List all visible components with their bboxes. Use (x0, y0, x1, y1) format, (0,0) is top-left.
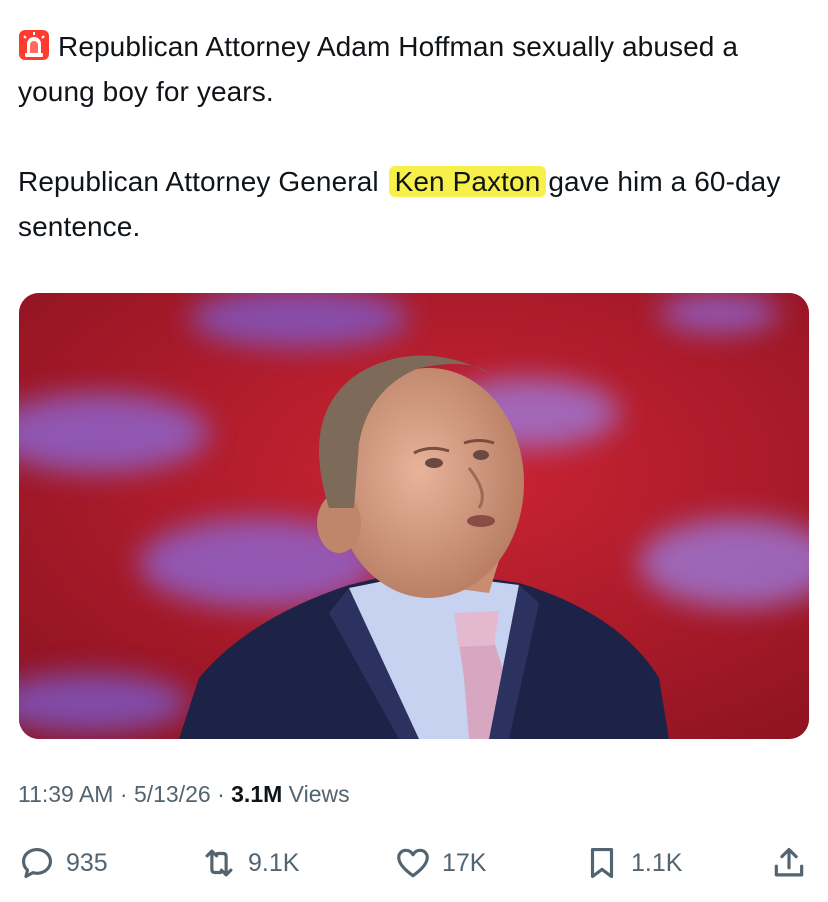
tweet-paragraph-1: Republican Attorney Adam Hoffman sexuall… (18, 24, 808, 114)
repost-count: 9.1K (248, 848, 300, 877)
tweet-photo[interactable] (19, 293, 809, 739)
tweet-date: 5/13/26 (133, 781, 211, 807)
tweet-meta: 11:39 AM · 5/13/26 · 3.1M Views (18, 781, 350, 808)
bookmark-count: 1.1K (631, 848, 683, 877)
repost-button[interactable]: 9.1K (200, 838, 299, 888)
police-siren-icon (18, 29, 50, 61)
bookmark-icon (590, 847, 614, 879)
tweet-line-1: Republican Attorney Adam Hoffman sexuall… (18, 31, 739, 107)
tweet-actions: 935 9.1K 17K 1.1K (18, 838, 810, 888)
like-button[interactable]: 17K (394, 838, 486, 888)
highlighted-name: Ken Paxton (388, 166, 547, 197)
reply-count: 935 (66, 848, 108, 877)
photo-man-looking-up (19, 293, 809, 739)
share-button[interactable] (770, 838, 808, 888)
views-count: 3.1M (231, 781, 283, 807)
views-label[interactable]: Views (289, 781, 350, 807)
reply-button[interactable]: 935 (18, 838, 108, 888)
like-count: 17K (442, 848, 487, 877)
meta-separator: · (119, 781, 128, 807)
share-icon (774, 847, 804, 877)
tweet-time: 11:39 AM (18, 781, 114, 807)
heart-icon (397, 848, 429, 878)
bookmark-button[interactable]: 1.1K (583, 838, 682, 888)
meta-separator: · (217, 781, 225, 807)
repost-icon (205, 849, 233, 877)
tweet-paragraph-2: Republican Attorney General Ken Paxton ga… (18, 159, 808, 249)
reply-icon (21, 847, 53, 879)
tweet-line-2-before: Republican Attorney General (18, 166, 379, 197)
tweet-text: Republican Attorney Adam Hoffman sexuall… (18, 24, 808, 249)
